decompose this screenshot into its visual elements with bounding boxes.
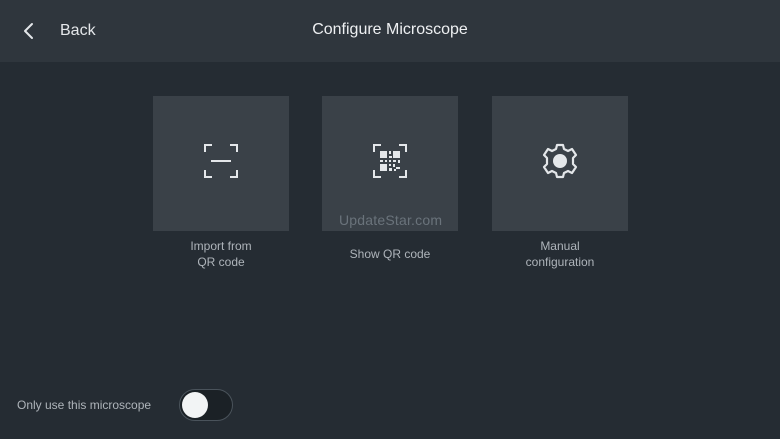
only-use-microscope-label: Only use this microscope [17,398,152,412]
show-qr-tile[interactable] [322,96,458,231]
page-title: Configure Microscope [312,21,468,38]
gear-icon [542,143,578,184]
manual-config-tile[interactable] [492,96,628,231]
watermark: UpdateStar.com [339,212,443,228]
scan-frame-icon [203,143,239,184]
only-use-microscope-toggle[interactable] [179,389,233,421]
import-qr-caption-line2: QR code [197,255,245,269]
header-bar: Back Configure Microscope [0,0,780,62]
import-qr-caption-line1: Import from [190,239,252,253]
toggle-knob [182,392,208,418]
show-qr-caption: Show QR code [310,246,470,262]
manual-config-caption-line2: configuration [525,255,595,269]
manual-config-caption: Manual configuration [480,238,640,270]
manual-config-caption-line1: Manual [540,239,580,253]
import-qr-tile[interactable] [153,96,289,231]
qr-code-icon [372,143,408,184]
app-window: Back Configure Microscope Import from QR… [0,0,780,439]
show-qr-caption-line1: Show QR code [349,247,431,261]
import-qr-caption: Import from QR code [141,238,301,270]
